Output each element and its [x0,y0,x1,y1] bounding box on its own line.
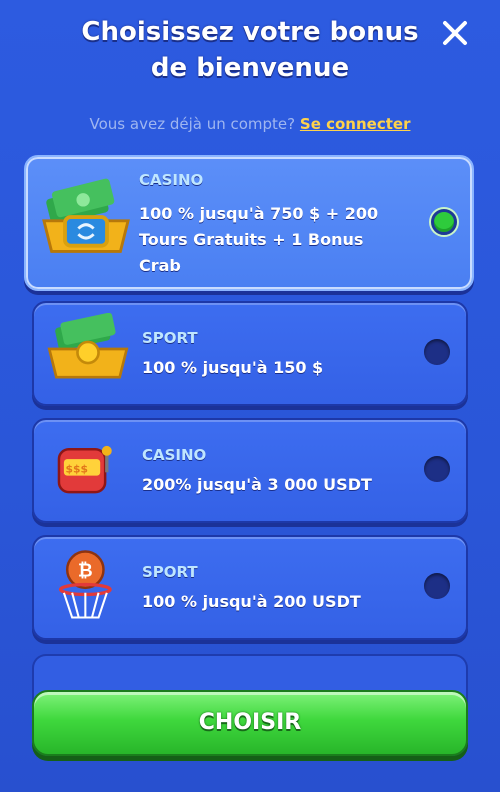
page-title: Choisissez votre bonus de bienvenue [81,17,419,83]
login-prompt-text: Vous avez déjà un compte? [89,115,296,133]
offer-radio[interactable] [424,456,450,482]
svg-text:₿: ₿ [78,560,93,581]
svg-text:$$$: $$$ [66,462,88,475]
offer-radio-selected[interactable] [431,209,457,235]
login-link[interactable]: Se connecter [300,115,411,133]
offer-card-casino-3000-usdt[interactable]: $$$ CASINO 200% jusqu'à 3 000 USDT [32,418,468,523]
offer-description: 100 % jusqu'à 750 $ + 200 Tours Gratuits… [139,204,379,275]
login-prompt: Vous avez déjà un compte? Se connecter [0,115,500,133]
offer-category: SPORT [142,329,198,347]
basketball-hoop-icon: ₿ [58,550,112,619]
offer-card-sport-200-usdt[interactable]: ₿ SPORT 100 % jusqu'à 200 USDT [32,535,468,640]
offer-card-sport-150[interactable]: SPORT 100 % jusqu'à 150 $ [32,301,468,406]
choose-button[interactable]: CHOISIR [32,690,468,756]
cash-chest-icon [42,178,130,253]
offer-category: SPORT [142,563,198,581]
cash-coin-chest-icon [47,313,129,379]
offer-description: 200% jusqu'à 3 000 USDT [142,475,372,494]
offer-radio[interactable] [424,339,450,365]
offer-description: 100 % jusqu'à 200 USDT [142,592,361,611]
offer-description: 100 % jusqu'à 150 $ [142,358,324,377]
slot-machine-icon: $$$ [57,445,112,494]
offer-card-casino-750[interactable]: CASINO 100 % jusqu'à 750 $ + 200 Tours G… [24,155,474,291]
offer-category: CASINO [142,446,207,464]
offer-radio[interactable] [424,573,450,599]
close-icon[interactable] [440,18,470,48]
offer-category: CASINO [139,171,204,189]
